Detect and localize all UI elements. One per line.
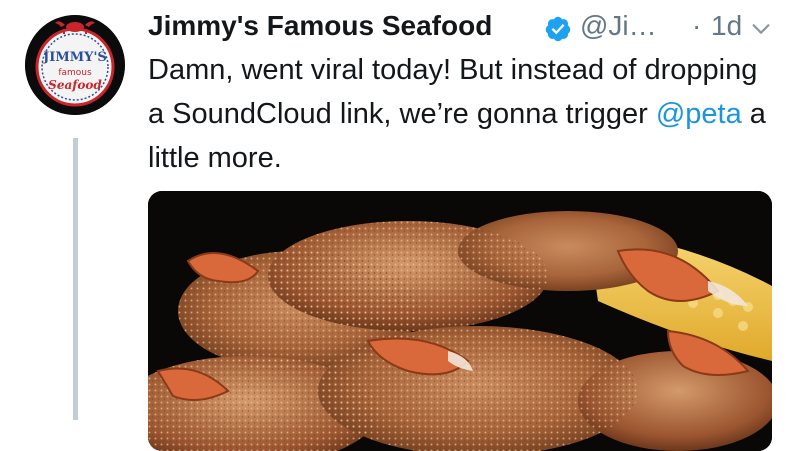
tweet-text: Damn, went viral today! But instead of d… (148, 48, 778, 180)
svg-text:JIMMY'S: JIMMY'S (42, 50, 107, 65)
svg-text:famous: famous (58, 68, 92, 78)
mention-link[interactable]: @peta (656, 98, 742, 130)
verified-badge-icon (545, 16, 571, 42)
author-handle[interactable]: @Ji… (580, 10, 657, 42)
separator-dot: · (692, 10, 702, 41)
svg-text:Seafood: Seafood (48, 78, 102, 92)
timestamp[interactable]: 1d (711, 10, 742, 42)
thread-line (73, 138, 78, 420)
chevron-down-icon[interactable] (750, 18, 772, 40)
jimmys-logo-icon: JIMMY'S famous Seafood (25, 15, 125, 115)
avatar[interactable]: JIMMY'S famous Seafood (25, 15, 125, 115)
author-name[interactable]: Jimmy's Famous Seafood (148, 10, 492, 42)
tweet-header: Jimmy's Famous Seafood @Ji… · 1d (148, 6, 778, 50)
photo-crabs-and-corn-icon (148, 191, 772, 451)
tweet-photo[interactable] (148, 191, 772, 451)
